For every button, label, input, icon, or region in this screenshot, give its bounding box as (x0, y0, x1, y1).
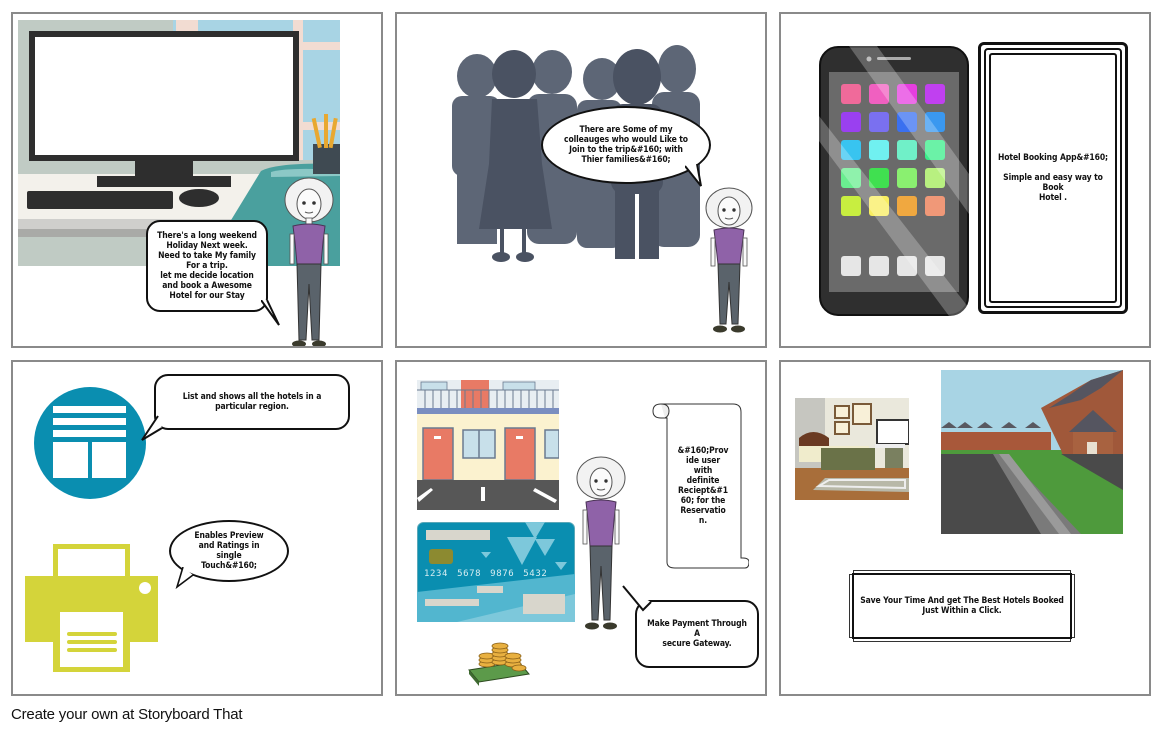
speech-bubble-payment: Make Payment Through A secure Gateway. (635, 600, 759, 668)
bubble-text: Enables Preview and Ratings in single To… (194, 531, 264, 571)
panel-2: There are Some of my colleauges who woul… (395, 12, 767, 348)
list-layout-icon (34, 387, 146, 499)
bedroom-illustration (795, 398, 909, 500)
app-icon (841, 196, 861, 216)
caption-box: Save Your Time And get The Best Hotels B… (849, 570, 1075, 642)
app-icon (897, 196, 917, 216)
speech-bubble-1: There's a long weekend Holiday Next week… (146, 220, 268, 312)
bubble-text: There's a long weekend Holiday Next week… (157, 231, 257, 301)
receipt-text: &#160;Prov ide user with definite Reciep… (677, 446, 729, 526)
app-icon (897, 168, 917, 188)
woman-character (705, 187, 753, 333)
panel-6: Save Your Time And get The Best Hotels B… (779, 360, 1151, 696)
app-icon (925, 196, 945, 216)
neighborhood-street-illustration (941, 370, 1123, 534)
speech-bubble-list: List and shows all the hotels in a parti… (154, 374, 350, 430)
bubble-text: There are Some of my colleauges who woul… (564, 125, 688, 165)
bubble-text: List and shows all the hotels in a parti… (182, 392, 322, 412)
app-icon (869, 112, 889, 132)
app-caption-frame: Hotel Booking App&#160; Simple and easy … (978, 42, 1128, 314)
bubble-tail (622, 585, 652, 612)
dock-icon (841, 256, 861, 276)
app-icon (925, 84, 945, 104)
app-icon (841, 84, 861, 104)
bubble-tail (141, 415, 163, 441)
caption-text: Hotel Booking App&#160; Simple and easy … (997, 153, 1109, 203)
hotel-building-illustration (417, 380, 559, 510)
printer-icon (25, 544, 158, 672)
panel-5: 1234 5678 9876 5432 &#160;Prov ide user … (395, 360, 767, 696)
money-stack-icon (468, 642, 530, 686)
bubble-text: Make Payment Through A secure Gateway. (647, 619, 747, 649)
app-icon (841, 112, 861, 132)
dock-icon (869, 256, 889, 276)
panel-4: List and shows all the hotels in a parti… (11, 360, 383, 696)
smartphone-illustration (819, 46, 969, 316)
caption-text: Save Your Time And get The Best Hotels B… (860, 596, 1064, 616)
woman-character (284, 177, 334, 346)
storyboard-that-link[interactable]: Create your own at Storyboard That (11, 706, 243, 723)
panel-3: Hotel Booking App&#160; Simple and easy … (779, 12, 1151, 348)
panel-1: There's a long weekend Holiday Next week… (11, 12, 383, 348)
app-icon (869, 140, 889, 160)
bubble-tail (175, 567, 194, 589)
app-icon (897, 140, 917, 160)
card-number: 1234 5678 9876 5432 (424, 569, 548, 579)
